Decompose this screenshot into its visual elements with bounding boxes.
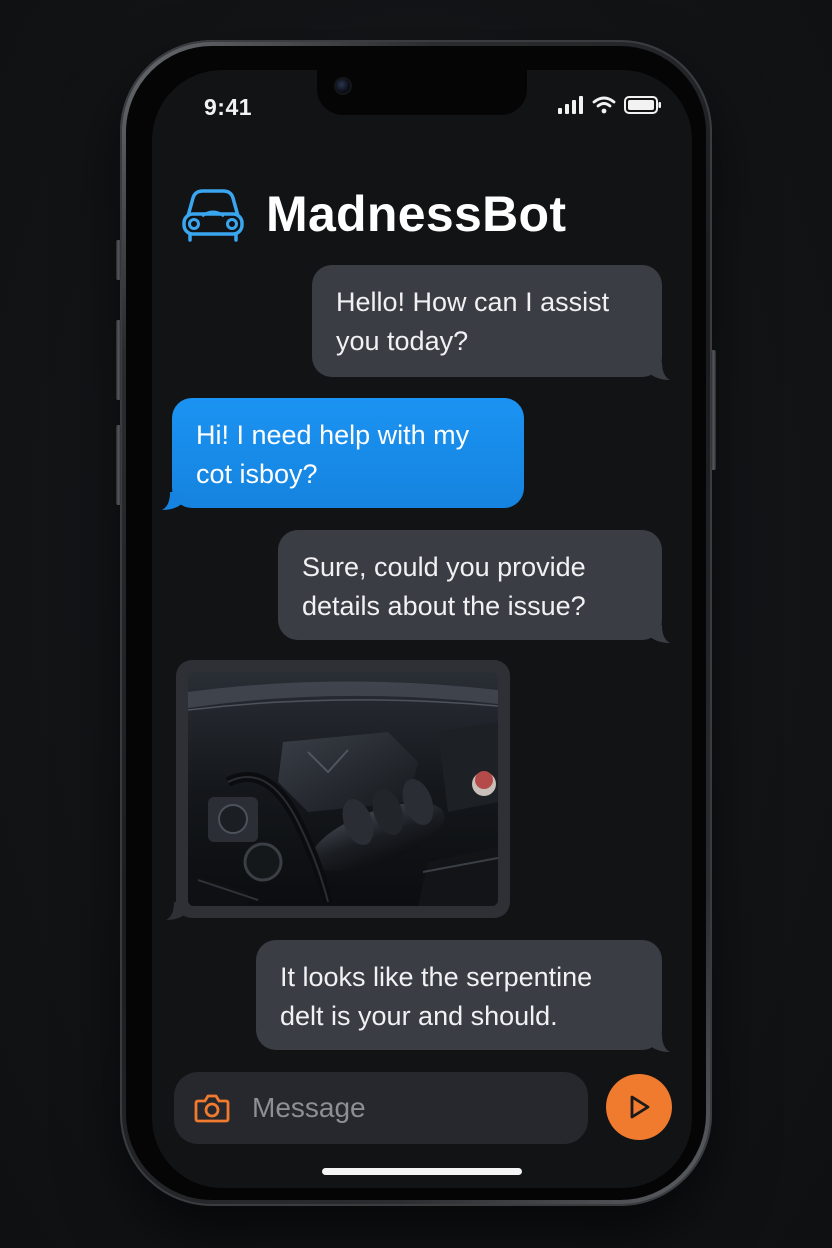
bubble-tail [648,1034,670,1052]
message-text: Hi! I need help with my cot isboy? [196,420,470,489]
camera-icon [194,1094,230,1123]
bubble-tail [648,625,670,643]
wifi-icon [592,96,616,114]
status-time: 9:41 [204,94,253,120]
volume-up-button [116,320,121,400]
mute-switch [116,240,121,280]
stage: 9:41 MadnessBot Hello! How can I assist … [0,0,832,1248]
message-image-bubble[interactable] [176,660,510,918]
engine-photo [188,672,498,906]
message-bubble-user: Hi! I need help with my cot isboy? [172,398,524,508]
message-bubble-bot: It looks like the serpentine delt is you… [256,940,662,1050]
message-text: Hello! How can I assist you today? [336,287,610,356]
phone-bezel: 9:41 MadnessBot Hello! How can I assist … [126,46,706,1200]
bubble-tail [166,902,188,920]
bubble-tail [648,362,670,380]
message-text: Sure, could you provide details about th… [302,552,586,621]
app-title: MadnessBot [266,186,567,242]
message-composer [174,1072,588,1144]
app-header: MadnessBot [180,185,566,243]
message-text: It looks like the serpentine delt is you… [280,962,593,1031]
camera-button[interactable] [192,1088,232,1128]
bubble-tail [162,492,184,510]
car-icon [182,189,244,242]
home-indicator[interactable] [322,1168,522,1175]
phone-frame: 9:41 MadnessBot Hello! How can I assist … [116,40,716,1206]
message-bubble-bot: Hello! How can I assist you today? [312,265,662,377]
message-bubble-bot: Sure, could you provide details about th… [278,530,662,640]
volume-down-button [116,425,121,505]
status-icons [558,96,662,114]
signal-icon [558,96,583,114]
power-button [711,350,716,470]
notch [317,70,527,115]
send-icon [630,1095,650,1119]
send-button[interactable] [606,1074,672,1140]
screen: 9:41 MadnessBot Hello! How can I assist … [152,70,692,1188]
battery-icon [624,96,661,114]
message-input[interactable] [250,1091,574,1125]
front-camera-icon [336,79,350,93]
